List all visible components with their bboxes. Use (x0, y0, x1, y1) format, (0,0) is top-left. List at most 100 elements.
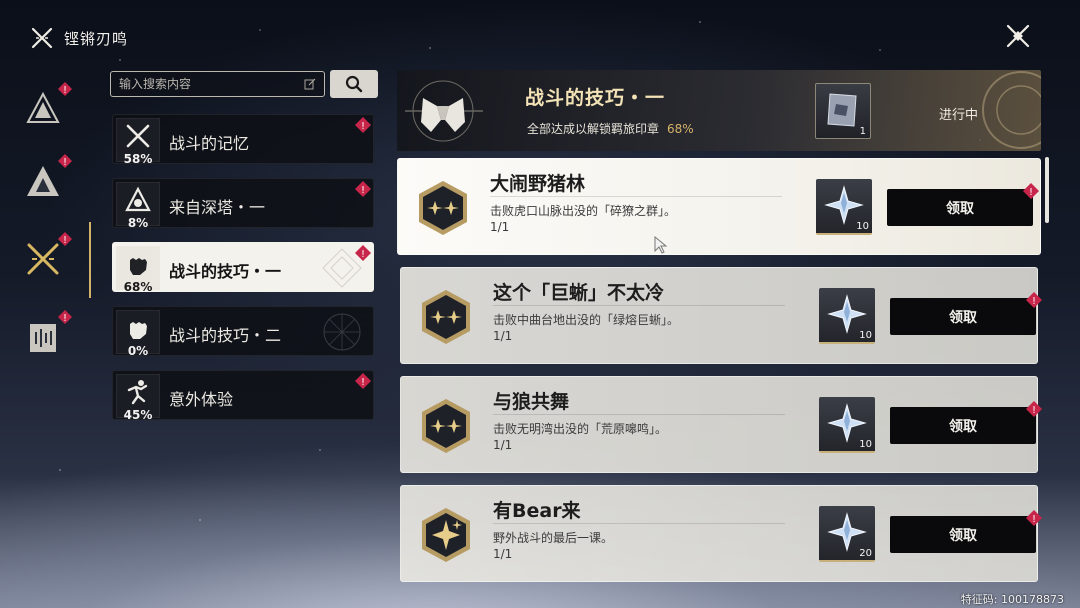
category-label: 意外体验 (169, 390, 234, 409)
svg-text:!: ! (361, 249, 365, 260)
alert-badge-icon: ! (1026, 401, 1042, 417)
achievement-group-header: 战斗的技巧・一 全部达成以解锁羁旅印章 68% 1 进行中 (397, 70, 1041, 151)
task-card: 大闹野猪林 击败虎口山脉出没的「碎獠之群」。 1/1 10 领取 ! (397, 158, 1041, 255)
claim-button[interactable]: 领取 ! (890, 401, 1042, 444)
category-percent: 68% (123, 280, 153, 294)
task-title: 这个「巨蜥」不太冷 (493, 282, 665, 304)
group-title: 战斗的技巧・一 (525, 87, 666, 109)
reward-count: 10 (856, 221, 869, 232)
close-button[interactable] (1004, 22, 1032, 50)
task-description: 击败中曲台地出没的「绿熔巨蜥」。 (493, 313, 680, 327)
emblem-watermark-icon (982, 71, 1041, 149)
svg-text:!: ! (63, 235, 67, 246)
edit-icon (304, 78, 316, 90)
group-progress-percent: 68% (667, 122, 694, 136)
search-input[interactable] (119, 77, 304, 91)
divider (493, 523, 785, 524)
alert-badge-icon: ! (355, 181, 371, 197)
sparkle-hexagon-icon (419, 181, 467, 235)
svg-text:!: ! (1032, 514, 1036, 525)
category-item[interactable]: 0% 战斗的技巧・二 (112, 306, 374, 358)
task-progress: 1/1 (490, 220, 510, 234)
claim-button-label: 领取 (949, 309, 977, 326)
alert-badge-icon: ! (1026, 292, 1042, 308)
category-item[interactable]: 45% 意外体验 ! (112, 370, 374, 422)
category-label: 战斗的技巧・二 (169, 326, 282, 345)
category-label: 战斗的记忆 (169, 134, 250, 153)
task-list-scrollbar[interactable] (1045, 157, 1049, 223)
task-title: 大闹野猪林 (490, 173, 586, 195)
crossed-swords-icon (126, 124, 150, 148)
compass-star-icon (323, 313, 361, 351)
svg-text:!: ! (63, 313, 67, 324)
alert-badge-icon: ! (1026, 510, 1042, 526)
svg-text:!: ! (1029, 187, 1033, 198)
divider (493, 305, 785, 306)
reward-count: 10 (859, 330, 872, 341)
category-item-active[interactable]: 68% 战斗的技巧・一 ! (112, 242, 374, 294)
card-collection-icon (30, 324, 56, 352)
svg-text:!: ! (361, 185, 365, 196)
alert-badge-icon: ! (355, 117, 371, 133)
rail-item-combat[interactable]: ! (22, 232, 72, 280)
svg-text:!: ! (1032, 405, 1036, 416)
crossed-swords-icon (27, 243, 59, 275)
task-title: 与狼共舞 (493, 391, 570, 413)
tri-blade-icon (26, 91, 60, 123)
task-description: 击败无明湾出没的「荒原嗥鸣」。 (493, 422, 668, 436)
alert-badge-icon: ! (58, 232, 72, 246)
task-title: 有Bear来 (493, 500, 581, 522)
category-percent: 45% (123, 408, 153, 422)
task-progress: 1/1 (493, 438, 513, 452)
category-item[interactable]: 58% 战斗的记忆 ! (112, 114, 374, 166)
claim-button-label: 领取 (946, 200, 974, 217)
claim-button[interactable]: 领取 ! (890, 292, 1042, 335)
task-reward-item[interactable]: 10 (819, 288, 875, 344)
claim-button[interactable]: 领取 ! (887, 183, 1039, 226)
search-button[interactable] (330, 70, 378, 98)
task-reward-item[interactable]: 10 (816, 179, 872, 235)
search-field[interactable] (110, 71, 325, 97)
mountain-icon (27, 166, 59, 196)
sparkle-hexagon-icon (422, 399, 470, 453)
alert-badge-icon: ! (355, 373, 371, 389)
claim-button[interactable]: 领取 ! (890, 510, 1042, 553)
divider (490, 196, 782, 197)
alert-badge-icon: ! (355, 245, 371, 261)
claim-button-label: 领取 (949, 527, 977, 544)
crossed-blades-icon (31, 27, 53, 49)
task-card: 这个「巨蜥」不太冷 击败中曲台地出没的「绿熔巨蜥」。 1/1 10 领取 ! (400, 267, 1042, 364)
group-subtitle-text: 全部达成以解锁羁旅印章 (527, 122, 660, 136)
rail-item-exploration[interactable]: ! (22, 82, 72, 130)
fist-icon (130, 258, 147, 275)
group-reward-item[interactable]: 1 (815, 83, 871, 139)
rail-item-collection[interactable]: ! (22, 310, 72, 358)
page-header: 铿锵刃鸣 (30, 26, 128, 50)
tower-icon (125, 186, 151, 212)
category-item[interactable]: 8% 来自深塔・一 ! (112, 178, 374, 230)
category-percent: 8% (127, 216, 149, 230)
svg-text:!: ! (1032, 296, 1036, 307)
sparkle-hexagon-icon (422, 290, 470, 344)
page-title: 铿锵刃鸣 (64, 29, 129, 48)
running-figure-icon (127, 380, 148, 405)
task-reward-item[interactable]: 20 (819, 506, 875, 562)
feature-code: 特征码: 100178873 (960, 593, 1064, 606)
category-percent: 58% (123, 152, 153, 166)
task-card: 与狼共舞 击败无明湾出没的「荒原嗥鸣」。 1/1 10 领取 ! (400, 376, 1042, 473)
rail-active-indicator (89, 222, 91, 298)
group-subtitle: 全部达成以解锁羁旅印章 68% (527, 120, 694, 137)
alert-badge-icon: ! (58, 154, 72, 168)
alert-badge-icon: ! (58, 310, 72, 324)
reward-count: 10 (859, 439, 872, 450)
fist-bump-emblem-icon (405, 80, 483, 142)
reward-count: 1 (859, 126, 866, 137)
category-label: 战斗的技巧・一 (169, 262, 282, 281)
task-reward-item[interactable]: 10 (819, 397, 875, 453)
mouse-cursor-icon (654, 236, 668, 254)
svg-text:!: ! (63, 85, 67, 96)
sparkle-hexagon-icon (422, 508, 470, 562)
fist-icon (130, 322, 147, 339)
rail-item-mountain[interactable]: ! (22, 154, 72, 202)
divider (493, 414, 785, 415)
